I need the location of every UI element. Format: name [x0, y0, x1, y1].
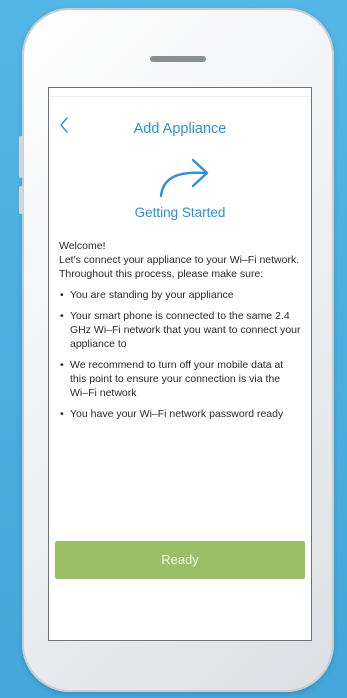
power-button [19, 186, 23, 214]
speaker-grille [150, 56, 206, 62]
status-bar [49, 88, 311, 97]
bullet-icon: • [60, 310, 64, 322]
hero-icon-area [49, 143, 311, 205]
bullet-icon: • [60, 359, 64, 371]
navigation-bar: Add Appliance [49, 97, 311, 143]
bullet-icon: • [60, 408, 64, 420]
section-subtitle: Getting Started [134, 205, 226, 220]
instructions: Welcome! Let's connect your appliance to… [49, 225, 311, 421]
list-item: • Your smart phone is connected to the sa… [60, 310, 301, 350]
app-screen: Add Appliance Getting Started Welcome! L… [48, 87, 312, 641]
welcome-text: Welcome! [59, 240, 106, 252]
intro-text-2: Throughout this process, please make sur… [59, 268, 264, 280]
curved-arrow-right-icon [159, 158, 209, 198]
list-item: • You are standing by your appliance [60, 289, 234, 301]
bullet-icon: • [60, 289, 64, 301]
page-title: Add Appliance [133, 121, 227, 137]
list-item: • We recommend to turn off your mobile da… [60, 359, 284, 399]
phone-frame: Add Appliance Getting Started Welcome! L… [19, 8, 334, 692]
intro-text: Let's connect your appliance to your Wi–… [59, 254, 300, 266]
list-item: • You have your Wi–Fi network password re… [60, 408, 284, 420]
checklist: • You are standing by your appliance • You… [59, 288, 301, 421]
volume-button [19, 136, 23, 178]
background: Add Appliance Getting Started Welcome! L… [0, 0, 347, 698]
ready-button[interactable]: Ready [55, 541, 305, 579]
